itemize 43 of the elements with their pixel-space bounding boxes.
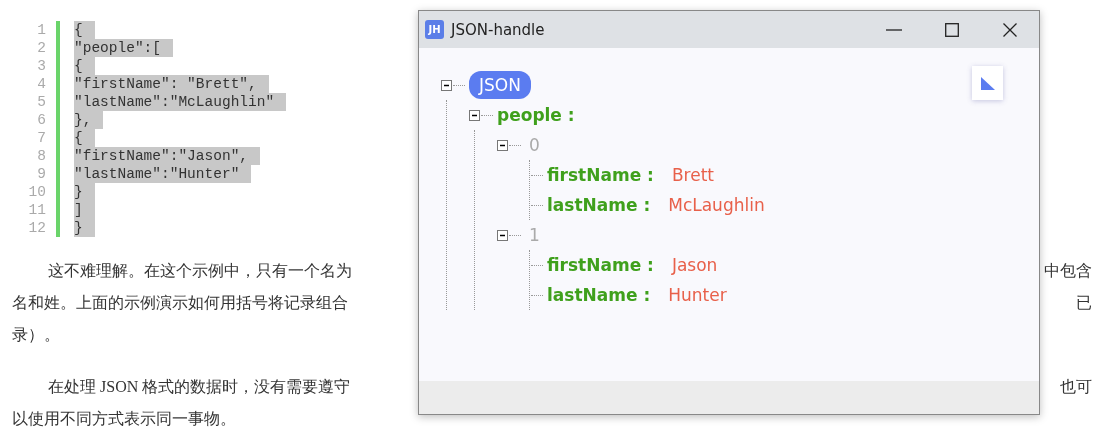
line-number: 5	[36, 93, 46, 111]
close-icon[interactable]	[1003, 22, 1017, 37]
value-label: McLaughlin	[668, 195, 765, 215]
line-number: 3	[36, 57, 46, 75]
collapse-icon[interactable]	[441, 79, 452, 91]
value-label: Hunter	[668, 285, 727, 305]
value-label: Brett	[671, 165, 714, 185]
line-number: 2	[36, 39, 46, 57]
index-label[interactable]: 0	[529, 135, 540, 155]
corner-button[interactable]	[972, 66, 1003, 100]
paragraph-text: 名和姓。上面的示例演示如何用括号将记录组合	[12, 293, 348, 313]
app-icon: JH	[425, 20, 444, 39]
root-node[interactable]: JSON	[469, 71, 531, 99]
collapse-icon[interactable]	[497, 139, 508, 151]
key-label: firstName :	[547, 255, 654, 275]
collapse-icon[interactable]	[497, 229, 508, 241]
collapse-icon[interactable]	[469, 109, 480, 121]
line-number: 10	[27, 183, 46, 201]
line-number: 6	[36, 111, 46, 129]
line-number: 8	[36, 147, 46, 165]
key-label: firstName :	[547, 165, 654, 185]
triangle-icon	[980, 76, 995, 90]
minimize-icon[interactable]	[886, 28, 902, 31]
line-number: 7	[36, 129, 46, 147]
paragraph-text: 录）。	[12, 325, 60, 345]
maximize-icon[interactable]	[945, 22, 959, 37]
paragraph-text: 已	[1076, 293, 1092, 313]
paragraph-text: 以使用不同方式表示同一事物。	[12, 409, 236, 428]
line-number: 9	[36, 165, 46, 183]
index-label[interactable]: 1	[529, 225, 540, 245]
paragraph-text: 中包含	[1044, 261, 1092, 281]
key-label: lastName :	[547, 285, 651, 305]
key-label: lastName :	[547, 195, 651, 215]
line-number: 12	[27, 219, 46, 237]
paragraph-text: 在处理 JSON 格式的数据时，没有需要遵守	[47, 377, 351, 397]
value-label: Jason	[671, 255, 718, 275]
line-number: 4	[36, 75, 46, 93]
window-title: JSON-handle	[451, 20, 546, 39]
paragraph-text: 这不难理解。在这个示例中，只有一个名为	[47, 261, 352, 281]
paragraph-text: 也可	[1060, 377, 1092, 397]
key-label[interactable]: people :	[497, 105, 575, 125]
line-number: 1	[36, 21, 46, 39]
line-number: 11	[27, 201, 46, 219]
